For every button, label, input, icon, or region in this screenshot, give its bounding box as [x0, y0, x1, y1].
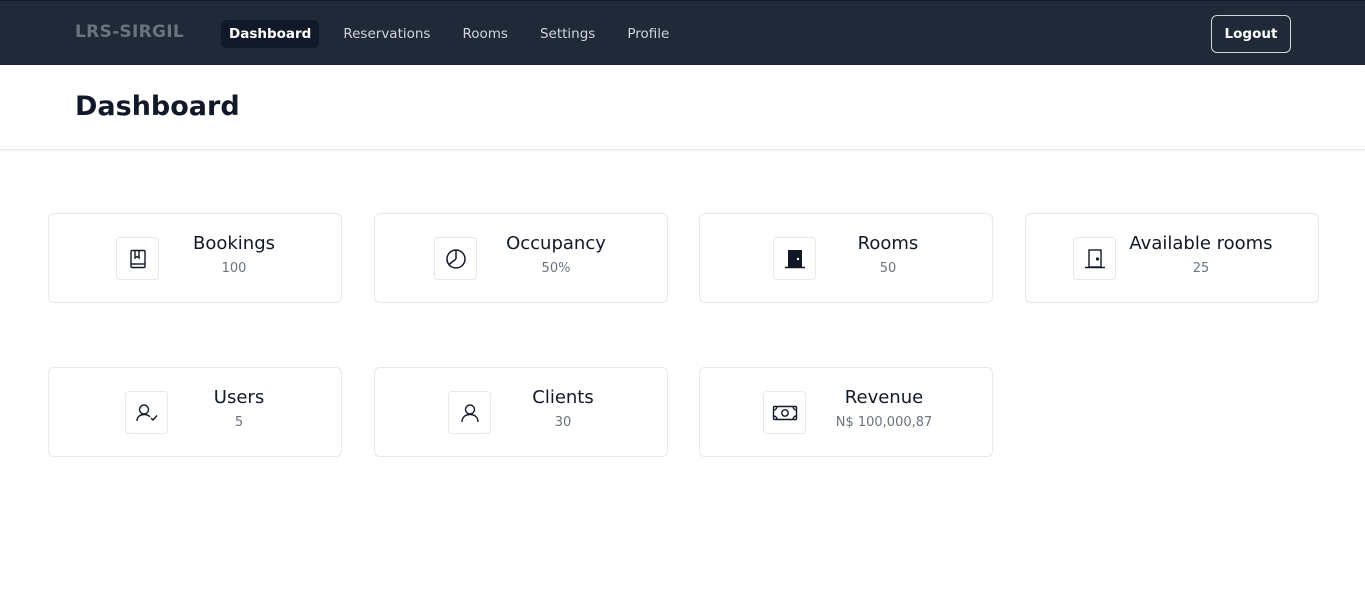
nav-link-reservations[interactable]: Reservations: [335, 20, 438, 48]
money-bill-icon: [763, 391, 806, 434]
user-icon: [448, 391, 491, 434]
card-title: Available rooms: [1129, 233, 1273, 254]
card-text: Available rooms 25: [1126, 233, 1276, 276]
card-text: Revenue N$ 100,000,87: [809, 387, 959, 430]
page-header: Dashboard: [0, 65, 1365, 150]
card-text: Bookings 100: [159, 233, 309, 276]
card-text: Clients 30: [488, 387, 638, 430]
user-check-icon: [125, 391, 168, 434]
nav-link-settings[interactable]: Settings: [532, 20, 603, 48]
stat-card-occupancy[interactable]: Occupancy 50%: [374, 213, 668, 303]
card-value: 5: [234, 415, 244, 430]
card-value: N$ 100,000,87: [835, 415, 933, 430]
door-closed-icon: [773, 237, 816, 280]
card-value: 50: [879, 261, 897, 276]
pie-chart-icon: [434, 237, 477, 280]
nav-link-profile[interactable]: Profile: [619, 20, 677, 48]
card-title: Users: [213, 387, 265, 408]
top-navbar: LRS-SIRGIL Dashboard Reservations Rooms …: [0, 0, 1365, 65]
card-value: 30: [554, 415, 572, 430]
card-text: Occupancy 50%: [481, 233, 631, 276]
card-title: Clients: [532, 387, 594, 408]
brand-logo[interactable]: LRS-SIRGIL: [75, 22, 184, 42]
nav-link-rooms[interactable]: Rooms: [454, 20, 515, 48]
stat-card-clients[interactable]: Clients 30: [374, 367, 668, 457]
card-text: Users 5: [164, 387, 314, 430]
stat-card-bookings[interactable]: Bookings 100: [48, 213, 342, 303]
card-value: 50%: [541, 261, 571, 276]
book-bookmark-icon: [116, 237, 159, 280]
door-open-icon: [1073, 237, 1116, 280]
card-title: Revenue: [844, 387, 924, 408]
card-title: Occupancy: [506, 233, 606, 254]
stat-card-users[interactable]: Users 5: [48, 367, 342, 457]
nav-link-dashboard[interactable]: Dashboard: [221, 20, 320, 48]
card-text: Rooms 50: [813, 233, 963, 276]
stat-card-available-rooms[interactable]: Available rooms 25: [1025, 213, 1319, 303]
stat-card-revenue[interactable]: Revenue N$ 100,000,87: [699, 367, 993, 457]
nav-links: Dashboard Reservations Rooms Settings Pr…: [221, 20, 693, 48]
page-title: Dashboard: [75, 91, 240, 122]
stat-card-rooms[interactable]: Rooms 50: [699, 213, 993, 303]
card-value: 25: [1192, 261, 1210, 276]
logout-button[interactable]: Logout: [1211, 15, 1291, 53]
card-title: Rooms: [857, 233, 919, 254]
card-title: Bookings: [192, 233, 275, 254]
card-value: 100: [221, 261, 247, 276]
